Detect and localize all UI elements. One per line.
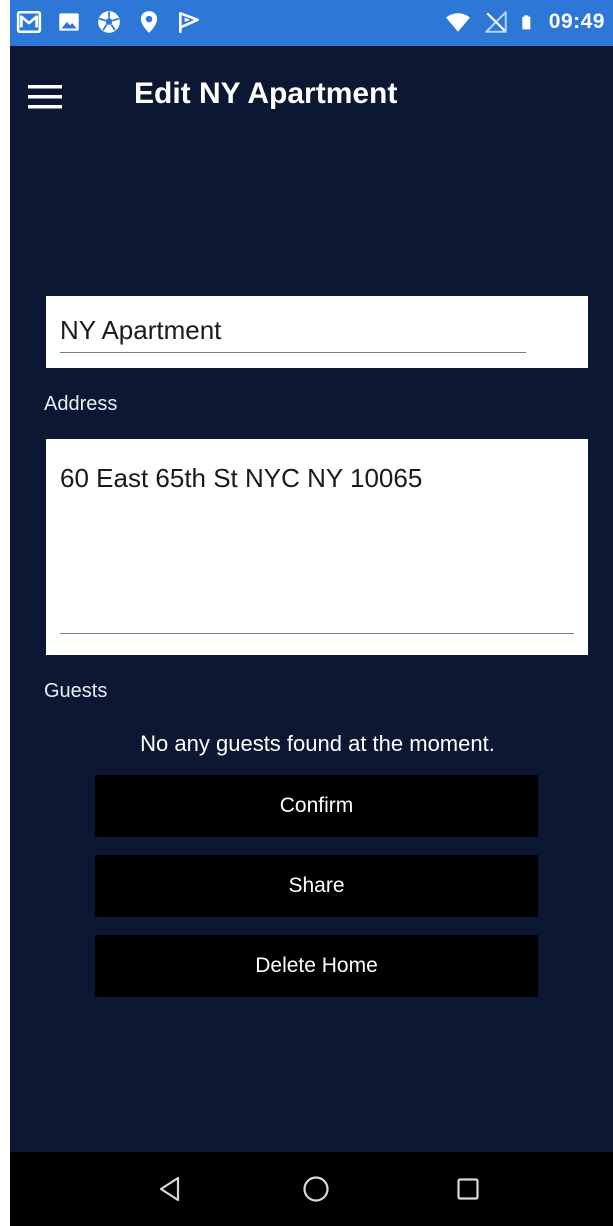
delete-home-button[interactable]: Delete Home: [95, 935, 538, 997]
status-bar: 09:49: [10, 0, 613, 46]
clock: 09:49: [548, 10, 605, 33]
location-pin-icon: [140, 11, 158, 33]
address-field-container: 60 East 65th St NYC NY 10065: [46, 439, 588, 655]
menu-button[interactable]: [28, 68, 86, 126]
photo-icon: [59, 13, 79, 31]
home-circle-icon: [303, 1176, 329, 1202]
navigation-bar: [10, 1152, 613, 1226]
recents-button[interactable]: [446, 1167, 490, 1211]
home-button[interactable]: [294, 1167, 338, 1211]
wifi-icon: [445, 13, 470, 32]
app-bar: Edit NY Apartment: [10, 46, 613, 148]
gmail-icon: [16, 10, 42, 34]
confirm-button[interactable]: Confirm: [95, 775, 538, 837]
address-label: Address: [44, 393, 118, 415]
guests-empty-text: No any guests found at the moment.: [140, 731, 495, 756]
recents-square-icon: [457, 1178, 479, 1200]
screen: 09:49 Edit NY Apartment Address 60 East …: [0, 0, 613, 1226]
guests-label: Guests: [44, 680, 108, 702]
share-button[interactable]: Share: [95, 855, 538, 917]
system-indicators: 09:49: [445, 9, 605, 35]
name-field-container: [46, 296, 588, 368]
flag-icon: [179, 12, 199, 33]
menu-icon: [28, 85, 62, 109]
no-signal-icon: [485, 11, 507, 33]
back-button[interactable]: [148, 1167, 192, 1211]
app-window: 09:49 Edit NY Apartment Address 60 East …: [10, 0, 613, 1226]
page-title: Edit NY Apartment: [134, 77, 398, 110]
address-input[interactable]: 60 East 65th St NYC NY 10065: [60, 463, 574, 634]
battery-icon: [522, 15, 531, 30]
guests-empty-message: No any guests found at the moment.: [10, 731, 613, 757]
home-name-input[interactable]: [60, 308, 526, 353]
soccer-ball-icon: [98, 11, 120, 33]
back-triangle-icon: [159, 1176, 180, 1202]
notification-icons: [16, 9, 202, 35]
